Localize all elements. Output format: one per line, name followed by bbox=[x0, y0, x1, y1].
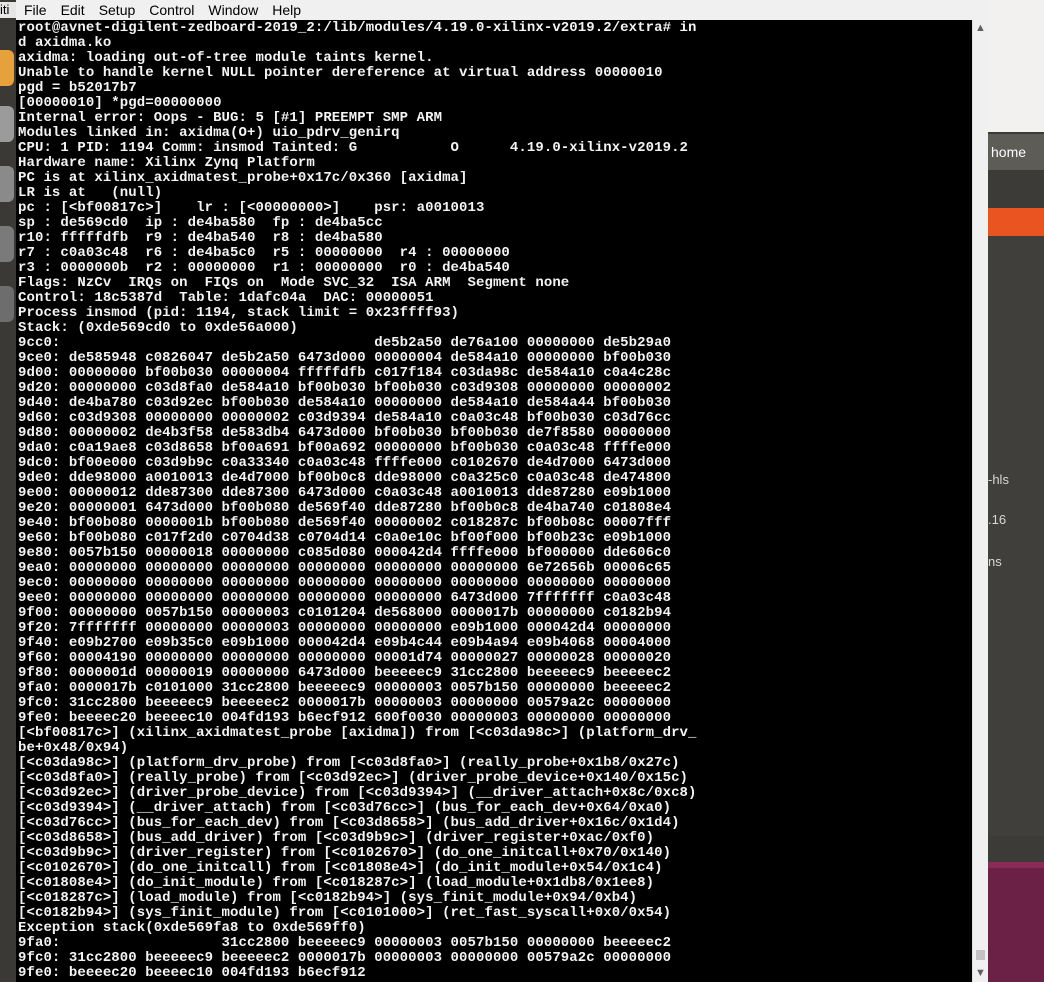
terminal-line: 9e40: bf00b080 0000001b bf00b080 de569f4… bbox=[18, 515, 672, 531]
menu-setup[interactable]: Setup bbox=[92, 1, 143, 19]
menu-edit[interactable]: Edit bbox=[54, 1, 92, 19]
terminal-line: Control: 18c5387d Table: 1dafc04a DAC: 0… bbox=[18, 290, 434, 306]
terminal-line: Flags: NzCv IRQs on FIQs on Mode SVC_32 … bbox=[18, 275, 570, 291]
terminal-line: Process insmod (pid: 1194, stack limit =… bbox=[18, 305, 460, 321]
terminal-line: sp : de569cd0 ip : de4ba580 fp : de4ba5c… bbox=[18, 215, 383, 231]
background-label-hls: -hls bbox=[988, 472, 1009, 487]
terminal-line: 9f80: 0000001d 00000019 00000000 6473d00… bbox=[18, 665, 672, 681]
terminal-line: Unable to handle kernel NULL pointer der… bbox=[18, 65, 663, 81]
terminal-line: d axidma.ko bbox=[18, 35, 112, 51]
terminal-line: 9e80: 0057b150 00000018 00000000 c085d08… bbox=[18, 545, 672, 561]
terminal-line: [<c03d9394>] (__driver_attach) from [<c0… bbox=[18, 800, 672, 816]
terminal-line: [<c03d9b9c>] (driver_register) from [<c0… bbox=[18, 845, 672, 861]
launcher-app-icon[interactable] bbox=[0, 166, 14, 202]
terminal-line: [<c03d76cc>] (bus_for_each_dev) from [<c… bbox=[18, 815, 680, 831]
background-magenta-stripe bbox=[988, 862, 1044, 868]
terminal-line: 9d00: 00000000 bf00b030 00000004 fffffdf… bbox=[18, 365, 672, 381]
background-panel bbox=[988, 236, 1044, 836]
scroll-thumb[interactable] bbox=[976, 950, 985, 960]
terminal-line: 9f00: 00000000 0057b150 00000003 c010120… bbox=[18, 605, 672, 621]
background-label-ns: ns bbox=[988, 554, 1002, 569]
terminal-line: PC is at xilinx_axidmatest_probe+0x17c/0… bbox=[18, 170, 468, 186]
terminal-output[interactable]: root@avnet-digilent-zedboard-2019_2:/lib… bbox=[16, 20, 972, 982]
background-desktop: home -hls .16 ns bbox=[988, 0, 1044, 982]
terminal-line: pgd = b52017b7 bbox=[18, 80, 137, 96]
terminal-line: 9fa0: 31cc2800 beeeeec9 00000003 0057b15… bbox=[18, 935, 672, 951]
menu-file[interactable]: File bbox=[16, 1, 54, 19]
terminal-line: 9fc0: 31cc2800 beeeeec9 beeeeec2 0000017… bbox=[18, 695, 672, 711]
menu-control[interactable]: Control bbox=[142, 1, 201, 19]
launcher-app-icon[interactable] bbox=[0, 106, 14, 142]
terminal-line: be+0x48/0x94) bbox=[18, 740, 129, 756]
terminal-line: [<c0102670>] (do_one_initcall) from [<c0… bbox=[18, 860, 663, 876]
terminal-line: 9d60: c03d9308 00000000 00000002 c03d939… bbox=[18, 410, 672, 426]
menubar-partial-text: iti bbox=[0, 2, 16, 18]
terminal-line: [<c03d92ec>] (driver_probe_device) from … bbox=[18, 785, 697, 801]
terminal-line: Hardware name: Xilinx Zynq Platform bbox=[18, 155, 315, 171]
desktop-launcher-strip: iti bbox=[0, 0, 16, 982]
terminal-line: 9ee0: 00000000 00000000 00000000 0000000… bbox=[18, 590, 672, 606]
terminal-line: 9d20: 00000000 c03d8fa0 de584a10 bf00b03… bbox=[18, 380, 672, 396]
terminal-line: [<bf00817c>] (xilinx_axidmatest_probe [a… bbox=[18, 725, 697, 741]
background-window-area bbox=[988, 0, 1044, 132]
terminal-line: r10: fffffdfb r9 : de4ba540 r8 : de4ba58… bbox=[18, 230, 383, 246]
terminal-line: pc : [<bf00817c>] lr : [<00000000>] psr:… bbox=[18, 200, 485, 216]
scroll-up-icon[interactable]: ▲ bbox=[973, 20, 988, 37]
terminal-line: axidma: loading out-of-tree module taint… bbox=[18, 50, 434, 66]
terminal-text: root@avnet-digilent-zedboard-2019_2:/lib… bbox=[16, 20, 972, 981]
terminal-line: 9fe0: beeeec20 beeeec10 004fd193 b6ecf91… bbox=[18, 965, 366, 981]
terminal-line: 9e60: bf00b080 c017f2d0 c0704d38 c0704d1… bbox=[18, 530, 672, 546]
background-accent-bar bbox=[988, 208, 1044, 236]
terminal-line: 9cc0: de5b2a50 de76a100 00000000 de5b29a… bbox=[18, 335, 672, 351]
terminal-line: 9de0: dde98000 a0010013 de4d7000 bf00b0c… bbox=[18, 470, 672, 486]
terminal-line: [<c03d8fa0>] (really_probe) from [<c03d9… bbox=[18, 770, 689, 786]
screen: iti home -hls .16 ns File Edit Setup Con… bbox=[0, 0, 1044, 982]
terminal-line: 9da0: c0a19ae8 c03d8658 bf00a691 bf00a69… bbox=[18, 440, 672, 456]
terminal-line: [<c03d8658>] (bus_add_driver) from [<c03… bbox=[18, 830, 655, 846]
terminal-line: 9ea0: 00000000 00000000 00000000 0000000… bbox=[18, 560, 672, 576]
menu-bar: File Edit Setup Control Window Help bbox=[16, 0, 988, 21]
terminal-line: 9dc0: bf00e000 c03d9b9c c0a33340 c0a03c4… bbox=[18, 455, 672, 471]
terminal-line: 9f60: 00004190 00000000 00000000 0000000… bbox=[18, 650, 672, 666]
terminal-line: [<c0182b94>] (sys_finit_module) from [<c… bbox=[18, 905, 672, 921]
terminal-line: 9fc0: 31cc2800 beeeeec9 beeeeec2 0000017… bbox=[18, 950, 672, 966]
terminal-line: LR is at (null) bbox=[18, 185, 163, 201]
terminal-line: [<c018287c>] (load_module) from [<c0182b… bbox=[18, 890, 638, 906]
launcher-app-icon[interactable] bbox=[0, 226, 14, 262]
terminal-line: 9f40: e09b2700 e09b35c0 e09b1000 000042d… bbox=[18, 635, 672, 651]
terminal-line: 9ec0: 00000000 00000000 00000000 0000000… bbox=[18, 575, 672, 591]
terminal-window[interactable]: File Edit Setup Control Window Help root… bbox=[16, 0, 988, 982]
vertical-scrollbar[interactable]: ▲ ▼ bbox=[972, 20, 988, 982]
terminal-line: 9ce0: de585948 c0826047 de5b2a50 6473d00… bbox=[18, 350, 672, 366]
launcher-app-icon[interactable] bbox=[0, 286, 14, 322]
terminal-line: Internal error: Oops - BUG: 5 [#1] PREEM… bbox=[18, 110, 443, 126]
terminal-line: r7 : c0a03c48 r6 : de4ba5c0 r5 : 0000000… bbox=[18, 245, 510, 261]
terminal-line: root@avnet-digilent-zedboard-2019_2:/lib… bbox=[18, 20, 697, 36]
terminal-line: 9fe0: beeeec20 beeeec10 004fd193 b6ecf91… bbox=[18, 710, 672, 726]
terminal-line: [<c01808e4>] (do_init_module) from [<c01… bbox=[18, 875, 655, 891]
terminal-line: CPU: 1 PID: 1194 Comm: insmod Tainted: G… bbox=[18, 140, 689, 156]
terminal-line: 9d80: 00000002 de4b3f58 de583db4 6473d00… bbox=[18, 425, 672, 441]
launcher-app-icon[interactable] bbox=[0, 50, 14, 86]
terminal-line: Modules linked in: axidma(O+) uio_pdrv_g… bbox=[18, 125, 400, 141]
terminal-line: 9e20: 00000001 6473d000 bf00b080 de569f4… bbox=[18, 500, 672, 516]
terminal-line: [00000010] *pgd=00000000 bbox=[18, 95, 222, 111]
menu-help[interactable]: Help bbox=[265, 1, 308, 19]
terminal-line: Exception stack(0xde569fa8 to 0xde569ff0… bbox=[18, 920, 366, 936]
terminal-line: 9e00: 00000012 dde87300 dde87300 6473d00… bbox=[18, 485, 672, 501]
terminal-line: 9d40: de4ba780 c03d92ec bf00b030 de584a1… bbox=[18, 395, 672, 411]
terminal-line: Stack: (0xde569cd0 to 0xde56a000) bbox=[18, 320, 298, 336]
background-home-button[interactable]: home bbox=[988, 134, 1044, 170]
terminal-line: [<c03da98c>] (platform_drv_probe) from [… bbox=[18, 755, 680, 771]
scroll-down-icon[interactable]: ▼ bbox=[973, 965, 988, 982]
terminal-line: r3 : 0000000b r2 : 00000000 r1 : 0000000… bbox=[18, 260, 510, 276]
terminal-line: 9fa0: 0000017b c0101000 31cc2800 beeeeec… bbox=[18, 680, 672, 696]
background-magenta-panel bbox=[988, 862, 1044, 982]
background-label-16: .16 bbox=[988, 512, 1007, 527]
terminal-line: 9f20: 7fffffff 00000000 00000003 0000000… bbox=[18, 620, 672, 636]
menu-window[interactable]: Window bbox=[201, 1, 265, 19]
